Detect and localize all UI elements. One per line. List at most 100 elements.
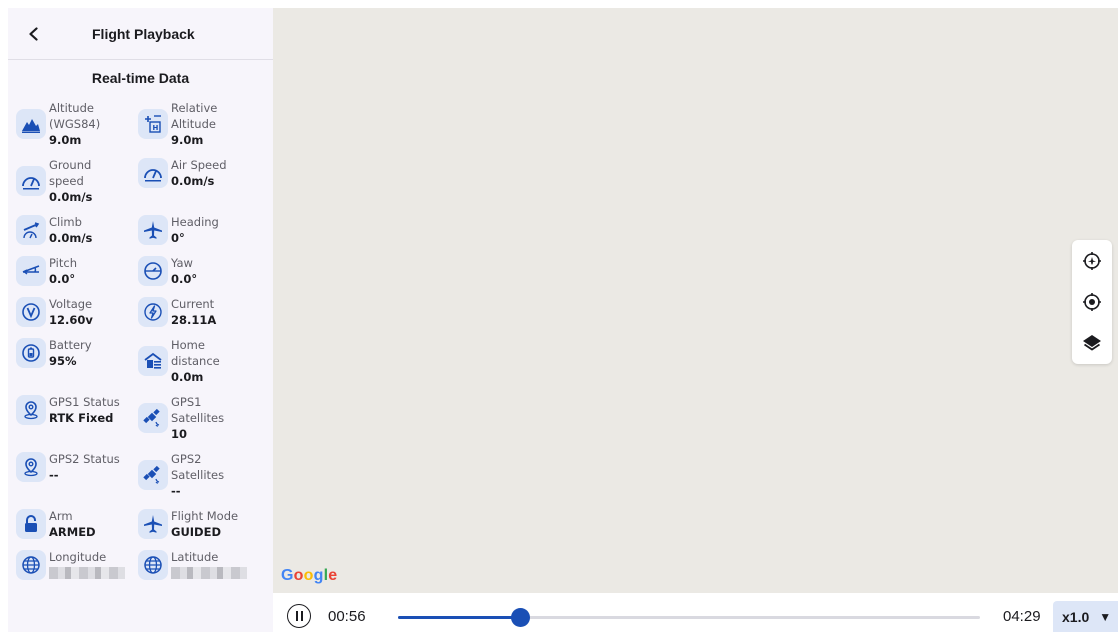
telemetry-label: Satellites	[171, 411, 225, 425]
telemetry-value: 0.0m	[171, 370, 204, 384]
telemetry-item: Battery 95%	[16, 337, 136, 369]
telemetry-item: Yaw 0.0°	[138, 255, 258, 287]
telemetry-value: --	[171, 484, 181, 498]
telemetry-text: Heading 0°	[171, 214, 219, 246]
telemetry-item: Air Speed 0.0m/s	[138, 157, 258, 189]
lock-icon	[16, 509, 46, 539]
telemetry-row: Altitude (WGS84) 9.0m H Relative Altitude 9.0m	[8, 100, 273, 157]
telemetry-label: Climb	[49, 215, 82, 229]
telemetry-item: GPS1 Status RTK Fixed	[16, 394, 136, 426]
telemetry-item: Latitude	[138, 549, 258, 580]
airplane-icon	[138, 215, 168, 245]
gps-pin-icon	[16, 395, 46, 425]
my-location-button[interactable]	[1080, 290, 1104, 314]
telemetry-value: GUIDED	[171, 525, 222, 539]
telemetry-text: GPS2 Status --	[49, 451, 120, 483]
playback-progress-fill	[398, 616, 521, 619]
telemetry-text: GPS1 Status RTK Fixed	[49, 394, 120, 426]
satellite-icon	[138, 403, 168, 433]
telemetry-label: (WGS84)	[49, 117, 101, 131]
back-button[interactable]	[22, 22, 46, 46]
telemetry-label: distance	[171, 354, 220, 368]
telemetry-label: Voltage	[49, 297, 93, 311]
telemetry-label: Arm	[49, 509, 73, 523]
pause-button[interactable]	[287, 604, 311, 628]
flight-playback-screen: Flight Playback Real-time Data Altitude (…	[0, 0, 1118, 632]
telemetry-value: 9.0m	[49, 133, 82, 147]
layers-button[interactable]	[1080, 331, 1104, 355]
layers-icon	[1083, 335, 1101, 351]
telemetry-value: 0.0m/s	[49, 190, 93, 204]
caret-down-icon: ▼	[1099, 609, 1112, 624]
telemetry-label: Latitude	[171, 550, 219, 564]
locate-aircraft-button[interactable]	[1080, 249, 1104, 273]
page-title: Flight Playback	[92, 26, 195, 42]
speed-label: x1.0	[1062, 608, 1090, 625]
telemetry-item: Arm ARMED	[16, 508, 136, 540]
telemetry-item: H Relative Altitude 9.0m	[138, 100, 258, 148]
telemetry-row: Climb 0.0m/s Heading 0°	[8, 214, 273, 255]
telemetry-text: Flight Mode GUIDED	[171, 508, 238, 540]
relative-altitude-icon: H	[138, 109, 168, 139]
svg-text:H: H	[153, 124, 159, 132]
current-time: 00:56	[328, 608, 366, 625]
telemetry-text: Climb 0.0m/s	[49, 214, 92, 246]
telemetry-label: Longitude	[49, 550, 107, 564]
telemetry-label: Pitch	[49, 256, 77, 270]
voltage-icon	[16, 297, 46, 327]
telemetry-label: Relative	[171, 101, 218, 115]
playback-slider[interactable]	[398, 608, 980, 627]
speedometer-icon	[16, 166, 46, 196]
telemetry-label: Altitude	[49, 101, 94, 115]
telemetry-row: Longitude Latitude	[8, 549, 273, 590]
telemetry-label: Current	[171, 297, 215, 311]
telemetry-text: Arm ARMED	[49, 508, 96, 540]
telemetry-item: Current 28.11A	[138, 296, 258, 328]
telemetry-item: Altitude (WGS84) 9.0m	[16, 100, 136, 148]
my-location-icon	[1083, 292, 1101, 311]
telemetry-value: --	[49, 468, 59, 482]
redacted-value	[49, 567, 125, 579]
locate-aircraft-icon	[1083, 251, 1101, 270]
telemetry-label: GPS1 Status	[49, 395, 120, 409]
chevron-left-icon	[29, 27, 38, 41]
current-icon	[138, 297, 168, 327]
telemetry-value: 0°	[171, 231, 185, 245]
globe-icon	[16, 550, 46, 580]
telemetry-row: Voltage 12.60v Current 28.11A	[8, 296, 273, 337]
telemetry-text: Battery 95%	[49, 337, 92, 369]
map-controls	[1072, 240, 1112, 364]
section-title: Real-time Data	[91, 70, 190, 86]
pause-icon-bar	[300, 611, 303, 621]
speedometer-icon	[138, 158, 168, 188]
speed-select[interactable]: x1.0 ▼	[1053, 601, 1118, 632]
telemetry-row: GPS2 Status -- GPS2 Satellites --	[8, 451, 273, 508]
telemetry-item: Longitude	[16, 549, 136, 580]
telemetry-value: 12.60v	[49, 313, 93, 327]
telemetry-text: Air Speed 0.0m/s	[171, 157, 227, 189]
telemetry-text: Current 28.11A	[171, 296, 216, 328]
yaw-icon	[138, 256, 168, 286]
globe-icon	[138, 550, 168, 580]
telemetry-text: Longitude	[49, 549, 125, 579]
playback-bar: 00:56 04:29 x1.0 ▼	[273, 593, 1118, 632]
telemetry-text: Voltage 12.60v	[49, 296, 93, 328]
telemetry-value: 9.0m	[171, 133, 204, 147]
telemetry-value: 28.11A	[171, 313, 217, 327]
telemetry-item: Heading 0°	[138, 214, 258, 246]
telemetry-item: Pitch 0.0°	[16, 255, 136, 287]
telemetry-row: Arm ARMED Flight Mode GUIDED	[8, 508, 273, 549]
telemetry-label: Altitude	[171, 117, 216, 131]
playback-slider-thumb[interactable]	[511, 608, 531, 627]
telemetry-sidebar: Flight Playback Real-time Data Altitude (…	[8, 8, 273, 632]
telemetry-label: Ground	[49, 158, 92, 172]
telemetry-label: speed	[49, 174, 84, 188]
map-view[interactable]: Google	[273, 8, 1118, 593]
telemetry-item: GPS1 Satellites 10	[138, 394, 258, 442]
google-logo: Google	[281, 567, 338, 584]
telemetry-label: Satellites	[171, 468, 225, 482]
telemetry-label: GPS1	[171, 395, 202, 409]
telemetry-text: GPS2 Satellites --	[171, 451, 224, 499]
climb-icon	[16, 215, 46, 245]
telemetry-text: GPS1 Satellites 10	[171, 394, 224, 442]
